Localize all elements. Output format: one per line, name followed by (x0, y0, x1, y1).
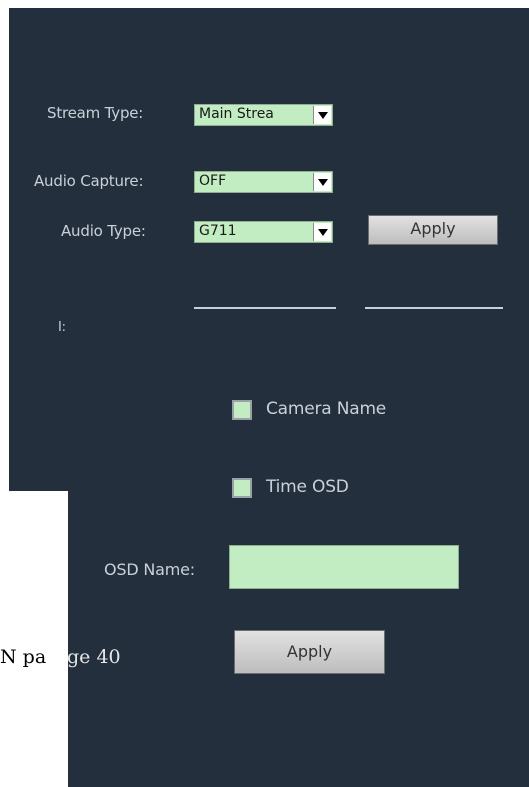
audio-capture-select[interactable]: OFF (194, 171, 333, 193)
page-footer-prefix: N pa (0, 646, 47, 668)
time-osd-checkbox[interactable] (232, 478, 252, 498)
osd-name-label: OSD Name: (104, 560, 195, 579)
divider-line-right (365, 307, 503, 309)
audio-type-value: G711 (199, 223, 237, 239)
stream-type-value: Main Strea (199, 106, 274, 122)
divider-line-left (194, 307, 336, 309)
stream-type-label: Stream Type: (47, 104, 144, 122)
chevron-down-icon[interactable] (313, 106, 331, 124)
audio-capture-label: Audio Capture: (34, 172, 144, 190)
partial-label: I: (58, 320, 66, 335)
camera-name-label: Camera Name (266, 399, 387, 419)
audio-type-select[interactable]: G711 (194, 221, 333, 243)
chevron-down-icon[interactable] (313, 173, 331, 191)
apply-button-top[interactable]: Apply (368, 215, 498, 245)
osd-name-input[interactable] (229, 545, 459, 589)
audio-type-label: Audio Type: (61, 222, 146, 240)
camera-name-checkbox[interactable] (232, 400, 252, 420)
apply-button-bottom[interactable]: Apply (234, 630, 385, 674)
page-footer-suffix: ge 40 (67, 646, 121, 668)
stream-type-select[interactable]: Main Strea (194, 104, 333, 126)
chevron-down-icon[interactable] (313, 223, 331, 241)
time-osd-label: Time OSD (266, 477, 349, 497)
audio-capture-value: OFF (199, 173, 227, 189)
